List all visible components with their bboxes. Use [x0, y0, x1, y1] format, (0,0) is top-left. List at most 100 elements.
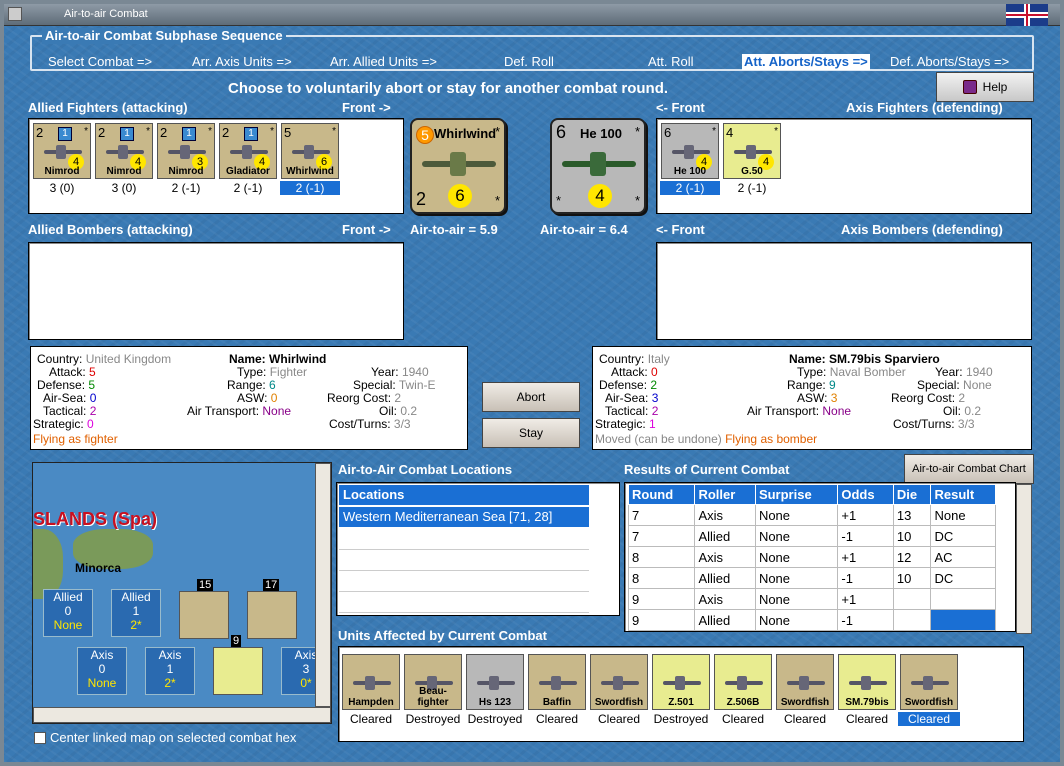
plane-icon: [661, 675, 703, 690]
results-col-header[interactable]: Roller: [694, 484, 756, 505]
hex-name-label: Minorca: [75, 561, 122, 575]
window: Air-to-air Combat Air-to-air Combat Subp…: [0, 0, 1064, 766]
map-counter-z506b[interactable]: [213, 647, 263, 695]
affected-unit-counter[interactable]: Baffin: [528, 654, 586, 710]
book-icon: [962, 80, 977, 94]
plane-icon: [599, 675, 641, 690]
unit-counter[interactable]: 4 4 * G.50: [723, 123, 781, 179]
unit-counter[interactable]: 2 1 4 * Gladiator: [219, 123, 277, 179]
map-counter-whirlwind[interactable]: [179, 591, 229, 639]
results-scrollbar[interactable]: [1016, 484, 1032, 634]
seq-def-aborts: Def. Aborts/Stays =>: [890, 54, 1010, 69]
stay-button[interactable]: Stay: [482, 418, 580, 448]
affected-unit-status: Destroyed: [405, 712, 461, 726]
unit-counter[interactable]: 2 1 4 * Nimrod: [33, 123, 91, 179]
seq-att-roll: Att. Roll: [648, 54, 694, 69]
allied-fighters-panel[interactable]: 2 1 4 * Nimrod 3 (0) 2 1 4 * Nimrod 3 (0) 2 1 3 * Nimrod…: [28, 118, 404, 214]
affected-unit-status: Cleared: [898, 712, 960, 726]
affected-unit-counter[interactable]: Swordfish: [776, 654, 834, 710]
whirlwind-plane-icon: [422, 152, 496, 176]
instruction-text: Choose to voluntarily abort or stay for …: [228, 80, 669, 97]
sequence-box: Air-to-air Combat Subphase Sequence Sele…: [30, 28, 1034, 71]
unit-counter[interactable]: 6 4 * He 100: [661, 123, 719, 179]
unit-counter[interactable]: 5 6 * Whirlwind: [281, 123, 339, 179]
results-col-header[interactable]: Odds: [837, 484, 894, 505]
affected-unit-counter[interactable]: Beau-fighter: [404, 654, 462, 710]
affected-unit-status: Cleared: [349, 712, 393, 726]
help-button[interactable]: Help: [936, 72, 1034, 102]
sequence-title: Air-to-air Combat Subphase Sequence: [42, 28, 286, 44]
map-vertical-scrollbar[interactable]: [315, 463, 331, 707]
results-col-header[interactable]: Die: [892, 484, 932, 505]
window-title: Air-to-air Combat: [64, 8, 148, 20]
axis-bombers-panel[interactable]: [656, 242, 1032, 340]
table-row[interactable]: 7 Allied None -1 10 DC: [627, 525, 996, 547]
results-col-header[interactable]: Result: [930, 484, 996, 505]
axis-fighters-label: Axis Fighters (defending): [846, 100, 1003, 115]
front-left-label-2: <- Front: [656, 222, 705, 237]
allied-bombers-panel[interactable]: [28, 242, 404, 340]
affected-title: Units Affected by Current Combat: [338, 628, 547, 643]
table-row[interactable]: 8 Axis None +1 12 AC: [627, 546, 996, 568]
unit-counter[interactable]: 2 1 3 * Nimrod: [157, 123, 215, 179]
locations-list[interactable]: Locations Western Mediterranean Sea [71,…: [336, 482, 620, 616]
axis-active-counter[interactable]: 6 He 100 * * 4 *: [550, 118, 646, 214]
results-title: Results of Current Combat: [624, 462, 790, 477]
center-map-label: Center linked map on selected combat hex: [50, 730, 297, 745]
unit-value: 3 (0): [49, 181, 75, 195]
map-counter-hampden[interactable]: [247, 591, 297, 639]
results-col-header[interactable]: Round: [627, 484, 696, 505]
allied-a2a-value: Air-to-air = 5.9: [410, 222, 498, 237]
affected-unit-status: Cleared: [597, 712, 641, 726]
location-item[interactable]: Western Mediterranean Sea [71, 28]: [339, 507, 589, 527]
affected-unit-status: Cleared: [845, 712, 889, 726]
front-right-label-2: Front ->: [342, 222, 391, 237]
seq-att-aborts-active: Att. Aborts/Stays =>: [742, 54, 870, 70]
axis-bombers-label: Axis Bombers (defending): [841, 222, 1003, 237]
abort-button[interactable]: Abort: [482, 382, 580, 412]
axis-a2a-value: Air-to-air = 6.4: [540, 222, 628, 237]
table-row[interactable]: 8 Allied None -1 10 DC: [627, 567, 996, 589]
affected-unit-counter[interactable]: Z.501: [652, 654, 710, 710]
plane-icon: [847, 675, 889, 690]
affected-unit-counter[interactable]: Z.506B: [714, 654, 772, 710]
unit-value: 2 (-1): [280, 181, 340, 195]
allied-active-counter[interactable]: 5 Whirlwind * 2 6 *: [410, 118, 506, 214]
app-icon[interactable]: [8, 7, 22, 21]
affected-unit-counter[interactable]: Swordfish: [900, 654, 958, 710]
results-col-header[interactable]: Surprise: [754, 484, 839, 505]
map-box-axis-0: Axis 0 None: [77, 647, 127, 695]
affected-unit-counter[interactable]: Hampden: [342, 654, 400, 710]
locations-header: Locations: [339, 485, 589, 505]
axis-fighters-panel[interactable]: 6 4 * He 100 2 (-1) 4 4 * G.50 2 (-1): [656, 118, 1032, 214]
table-row[interactable]: 9 Axis None +1: [627, 588, 996, 610]
mini-map[interactable]: SLANDS (Spa) Minorca 15 17 9 Allied 0 None…: [32, 462, 332, 724]
affected-unit-counter[interactable]: Hs 123: [466, 654, 524, 710]
front-left-label: <- Front: [656, 100, 705, 115]
allied-fighters-label: Allied Fighters (attacking): [28, 100, 188, 115]
affected-unit-counter[interactable]: Swordfish: [590, 654, 648, 710]
affected-unit-status: Cleared: [721, 712, 765, 726]
map-box-axis-1: Axis 1 2*: [145, 647, 195, 695]
combat-chart-button[interactable]: Air-to-air Combat Chart: [904, 454, 1034, 484]
plane-icon: [785, 675, 827, 690]
plane-icon: [475, 675, 517, 690]
seq-select-combat: Select Combat =>: [48, 54, 153, 69]
affected-unit-status: Cleared: [535, 712, 579, 726]
table-row[interactable]: 7 Axis None +1 13 None: [627, 504, 996, 526]
affected-unit-counter[interactable]: SM.79bis: [838, 654, 896, 710]
unit-value: 2 (-1): [233, 181, 263, 195]
unit-value: 3 (0): [111, 181, 137, 195]
plane-icon: [351, 675, 393, 690]
unit-counter[interactable]: 2 1 4 * Nimrod: [95, 123, 153, 179]
unit-value: 2 (-1): [171, 181, 201, 195]
plane-icon: [537, 675, 579, 690]
map-horizontal-scrollbar[interactable]: [33, 707, 331, 723]
center-map-checkbox[interactable]: [34, 732, 46, 744]
seq-def-roll: Def. Roll: [504, 54, 554, 69]
table-row[interactable]: 9 Allied None -1: [627, 609, 996, 631]
results-table: Round Roller Surprise Odds Die Result 7 Axis Non…: [627, 484, 996, 631]
he100-plane-icon: [562, 152, 636, 176]
seq-arr-axis: Arr. Axis Units =>: [192, 54, 292, 69]
plane-icon: [909, 675, 951, 690]
